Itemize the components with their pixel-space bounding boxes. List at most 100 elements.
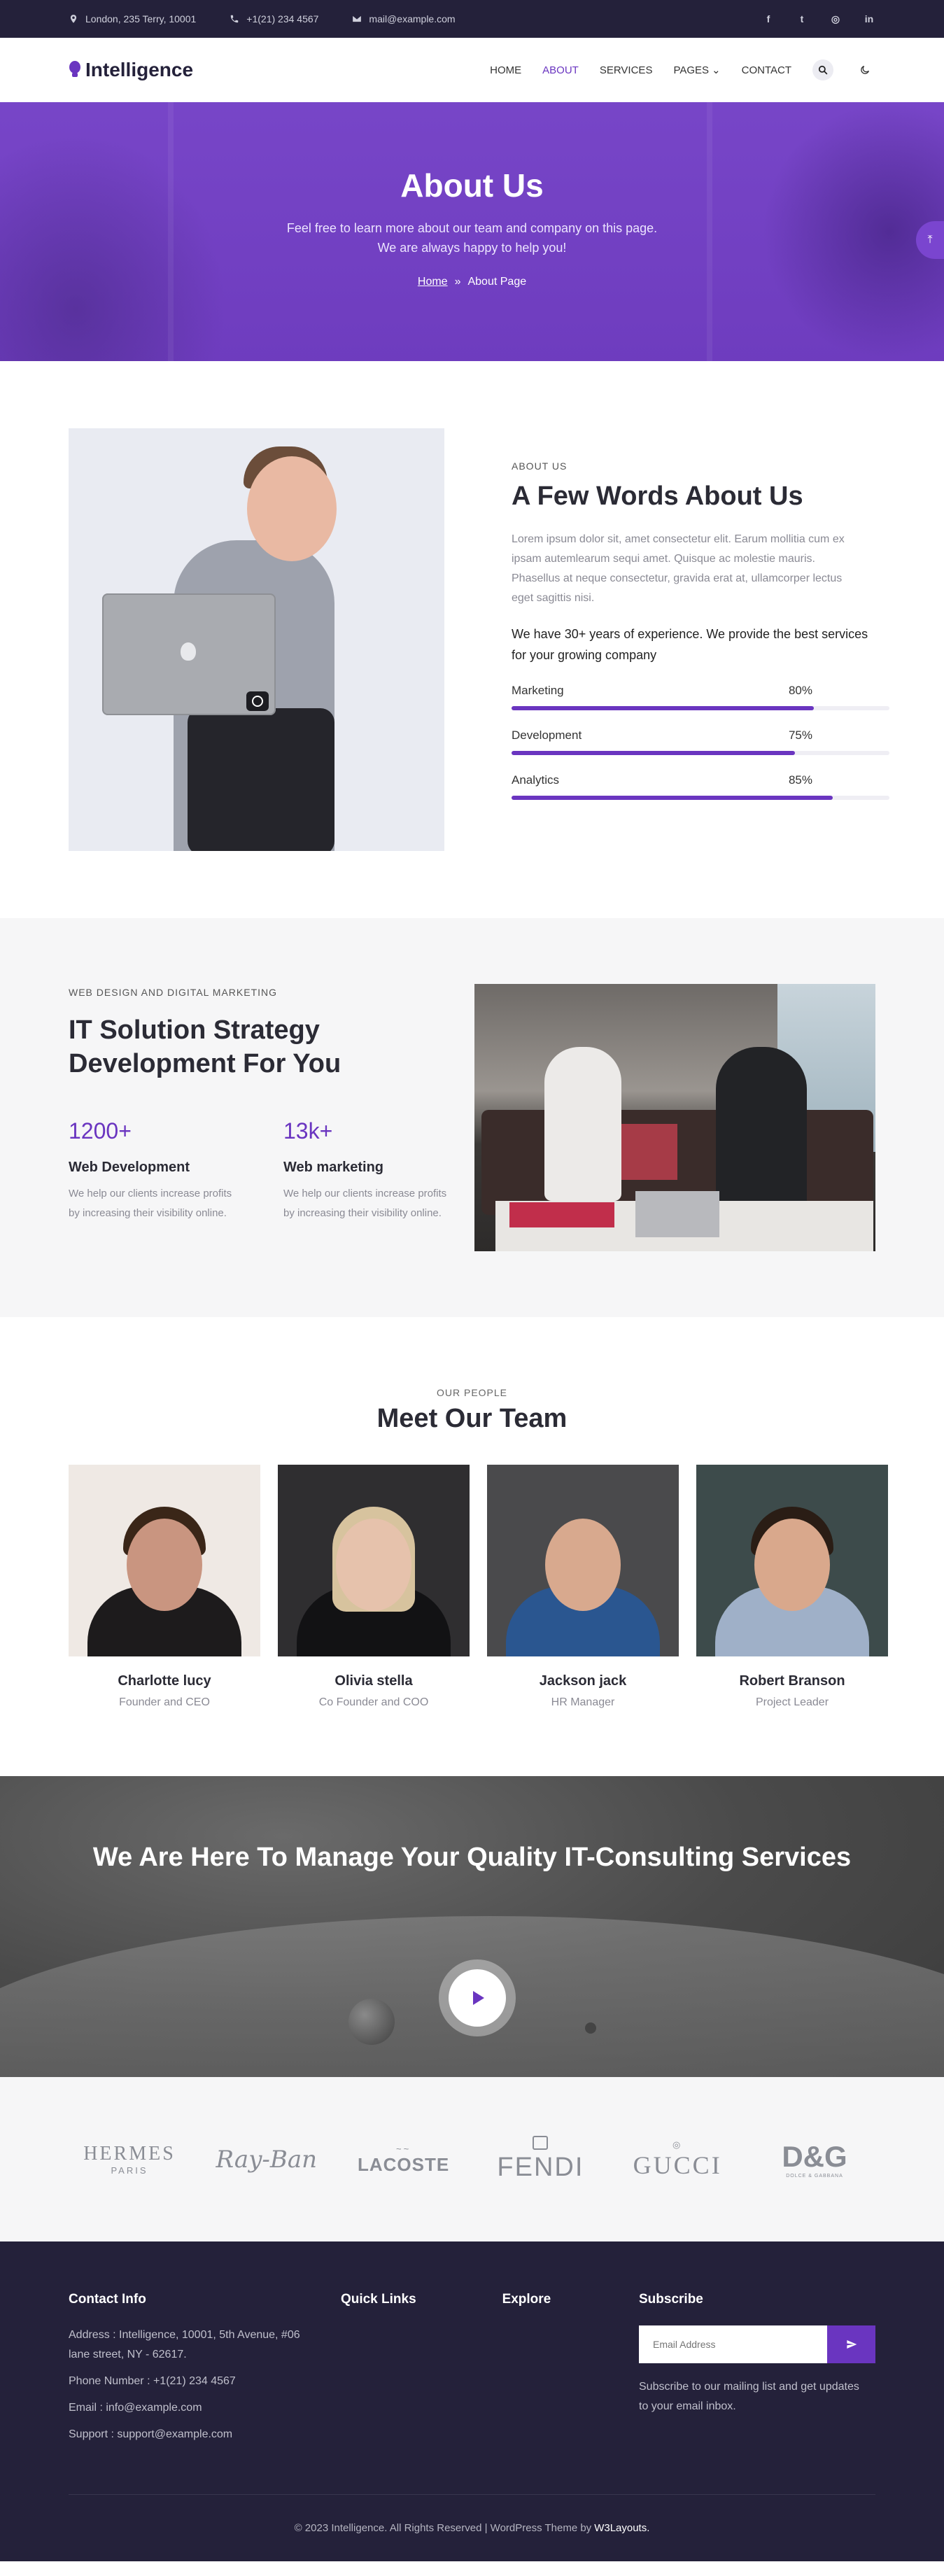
- member-role: Founder and CEO: [119, 1696, 210, 1708]
- section-title: IT Solution Strategy Development For You: [69, 1015, 341, 1078]
- stat-number: 1200+: [69, 1118, 132, 1143]
- footer-email[interactable]: Email : info@example.com: [69, 2398, 341, 2418]
- page-title: About Us: [400, 167, 544, 204]
- team-member-card[interactable]: Olivia stella Co Founder and COO: [278, 1465, 470, 1709]
- linkedin-icon[interactable]: in: [863, 13, 875, 24]
- nav-pages[interactable]: PAGES ⌄: [673, 64, 720, 77]
- nav-contact[interactable]: CONTACT: [742, 64, 791, 76]
- credit-link[interactable]: W3Layouts.: [594, 2522, 649, 2534]
- photo-figure: [247, 456, 337, 561]
- member-photo: [278, 1465, 470, 1656]
- subscribe-email-input[interactable]: [639, 2325, 827, 2363]
- hero-bg-shade: [0, 102, 252, 361]
- team-member-card[interactable]: Robert Branson Project Leader: [696, 1465, 888, 1709]
- brand-name: HERMES: [83, 2143, 176, 2165]
- team-members: Charlotte lucy Founder and CEO Olivia st…: [69, 1465, 888, 1709]
- footer-quick-links: Quick Links: [341, 2292, 502, 2444]
- photo-figure: [127, 1518, 202, 1611]
- copyright-bar: © 2023 Intelligence. All Rights Reserved…: [69, 2494, 875, 2561]
- nav-services[interactable]: SERVICES: [600, 64, 653, 76]
- brand-logos: HERMES PARIS Ray-Ban ~~ LACOSTE FENDI ◎ …: [0, 2077, 944, 2241]
- search-button[interactable]: [812, 59, 833, 80]
- photo-person: [544, 1047, 621, 1201]
- photo-laptop: [635, 1191, 719, 1237]
- about-photo: [69, 428, 444, 851]
- brand-logo-lacoste: ~~ LACOSTE: [351, 2144, 456, 2176]
- nav-about[interactable]: ABOUT: [542, 64, 579, 76]
- brand-logo-dg: D&G DOLCE & GABBANA: [762, 2140, 867, 2179]
- nav-home[interactable]: HOME: [490, 64, 521, 76]
- location-pin-icon: [70, 15, 77, 23]
- skills-list: Marketing 80% Development 75% Analytics 85%: [512, 684, 889, 800]
- stat-description: We help our clients increase profits by …: [283, 1188, 447, 1219]
- top-bar: London, 235 Terry, 10001 +1(21) 234 4567…: [0, 0, 944, 38]
- progress-fill: [512, 796, 833, 800]
- member-name: Jackson jack: [539, 1673, 627, 1689]
- skill-value: 75%: [788, 729, 812, 742]
- breadcrumb-separator: »: [454, 276, 461, 288]
- phone-info: +1(21) 234 4567: [230, 13, 318, 24]
- footer-phone[interactable]: Phone Number : +1(21) 234 4567: [69, 2372, 341, 2391]
- instagram-icon[interactable]: ◎: [829, 13, 842, 25]
- progress-track: [512, 796, 889, 800]
- page-subtitle: Feel free to learn more about our team a…: [286, 221, 658, 255]
- footer-heading: Quick Links: [340, 2292, 416, 2307]
- member-role: Project Leader: [755, 1696, 829, 1708]
- subscribe-submit-button[interactable]: [827, 2325, 875, 2363]
- site-logo[interactable]: Intelligence: [69, 59, 193, 81]
- section-eyebrow: WEB DESIGN AND DIGITAL MARKETING: [69, 987, 278, 998]
- crocodile-icon: ~~: [396, 2143, 411, 2154]
- camera-icon: [246, 691, 269, 711]
- envelope-icon: [353, 15, 362, 22]
- lightbulb-icon: [69, 61, 80, 77]
- brand-name: GUCCI: [633, 2151, 722, 2179]
- about-section: ABOUT US A Few Words About Us Lorem ipsu…: [0, 361, 944, 918]
- progress-track: [512, 751, 889, 755]
- skill-marketing: Marketing 80%: [512, 684, 889, 710]
- footer-address: Address : Intelligence, 10001, 5th Avenu…: [69, 2329, 300, 2360]
- search-icon: [818, 65, 828, 75]
- social-links: f t ◎ in: [762, 13, 875, 25]
- stat-description: We help our clients increase profits by …: [69, 1188, 232, 1219]
- photo-book: [509, 1202, 614, 1227]
- send-icon: [846, 2340, 857, 2349]
- photo-figure: [336, 1518, 411, 1611]
- footer-heading: Contact Info: [69, 2292, 146, 2307]
- breadcrumb-home[interactable]: Home: [418, 276, 448, 288]
- progress-track: [512, 706, 889, 710]
- brand-logo-hermes: HERMES PARIS: [77, 2143, 182, 2176]
- twitter-icon[interactable]: t: [796, 13, 808, 24]
- office-photo: [474, 984, 875, 1251]
- team-member-card[interactable]: Charlotte lucy Founder and CEO: [69, 1465, 260, 1709]
- photo-figure: [545, 1518, 621, 1611]
- section-eyebrow: ABOUT US: [512, 460, 568, 472]
- site-header: Intelligence HOME ABOUT SERVICES PAGES ⌄…: [0, 38, 944, 102]
- banner-title: We Are Here To Manage Your Quality IT-Co…: [92, 1843, 852, 1872]
- banner-bg-sphere: [348, 1999, 395, 2045]
- member-name: Olivia stella: [334, 1673, 413, 1689]
- moon-icon: [861, 66, 869, 74]
- brand-sub: PARIS: [111, 2165, 148, 2176]
- team-member-card[interactable]: Jackson jack HR Manager: [487, 1465, 679, 1709]
- about-description: Lorem ipsum dolor sit, amet consectetur …: [512, 533, 845, 604]
- dark-mode-toggle[interactable]: [854, 59, 875, 80]
- copyright-text: © 2023 Intelligence. All Rights Reserved…: [294, 2522, 592, 2534]
- stat-item: 1200+ Web Development We help our client…: [69, 1118, 240, 1223]
- footer-explore: Explore: [502, 2292, 639, 2444]
- breadcrumb: Home » About Page: [0, 276, 944, 288]
- site-footer: Contact Info Address : Intelligence, 100…: [0, 2241, 944, 2561]
- skill-label: Marketing: [512, 684, 564, 697]
- member-role: HR Manager: [551, 1696, 615, 1708]
- gucci-emblem-icon: ◎: [672, 2139, 683, 2150]
- solution-text: WEB DESIGN AND DIGITAL MARKETING IT Solu…: [69, 984, 460, 1251]
- photo-figure: [754, 1518, 830, 1611]
- member-name: Charlotte lucy: [118, 1673, 211, 1689]
- main-nav: HOME ABOUT SERVICES PAGES ⌄ CONTACT: [490, 59, 875, 80]
- footer-support[interactable]: Support : support@example.com: [69, 2425, 341, 2444]
- footer-subscribe: Subscribe Subscribe to our mailing list …: [639, 2292, 875, 2444]
- footer-contact: Contact Info Address : Intelligence, 100…: [69, 2292, 341, 2444]
- hero-bg-line: [707, 102, 712, 361]
- facebook-icon[interactable]: f: [762, 13, 775, 24]
- solution-section: WEB DESIGN AND DIGITAL MARKETING IT Solu…: [0, 918, 944, 1317]
- play-video-button[interactable]: [439, 1959, 516, 2036]
